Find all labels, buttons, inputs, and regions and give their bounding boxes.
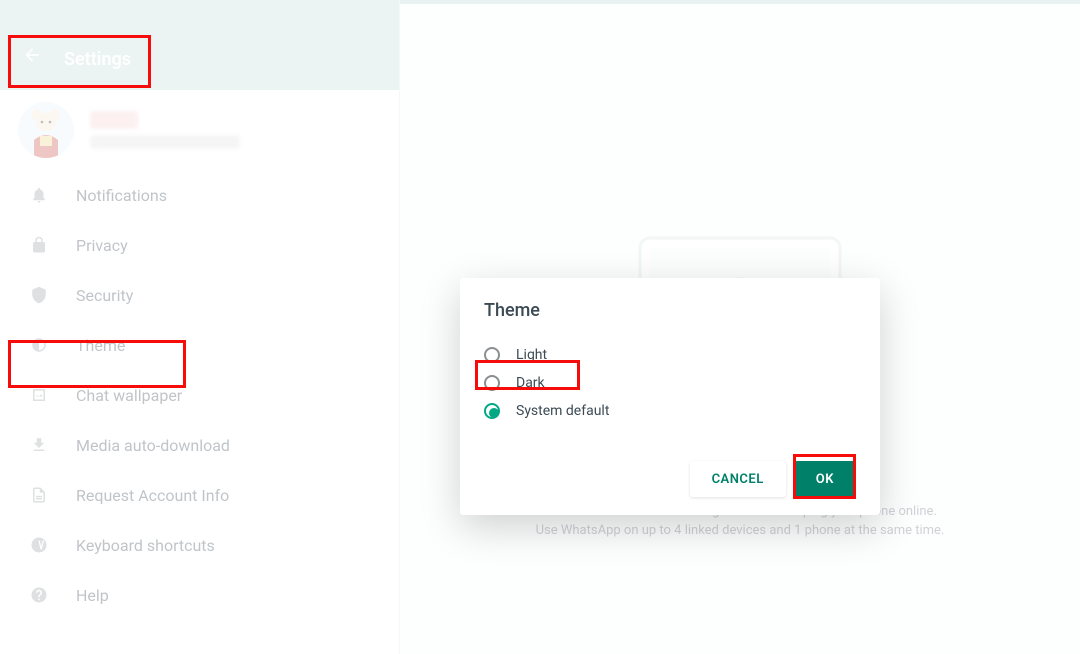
cancel-button[interactable]: CANCEL (690, 461, 786, 497)
radio-icon (484, 403, 500, 419)
theme-option-system-default[interactable]: System default (484, 397, 856, 425)
dialog-buttons: CANCEL OK (484, 461, 856, 497)
radio-label: Light (516, 347, 547, 363)
theme-option-dark[interactable]: Dark (484, 369, 856, 397)
radio-icon (484, 375, 500, 391)
radio-label: Dark (516, 375, 545, 391)
dialog-title: Theme (484, 300, 856, 321)
radio-icon (484, 347, 500, 363)
theme-option-light[interactable]: Light (484, 341, 856, 369)
theme-dialog: Theme Light Dark System default CANCEL O… (460, 278, 880, 515)
radio-label: System default (516, 403, 609, 419)
ok-button[interactable]: OK (794, 461, 856, 497)
theme-radio-group: Light Dark System default (484, 341, 856, 425)
